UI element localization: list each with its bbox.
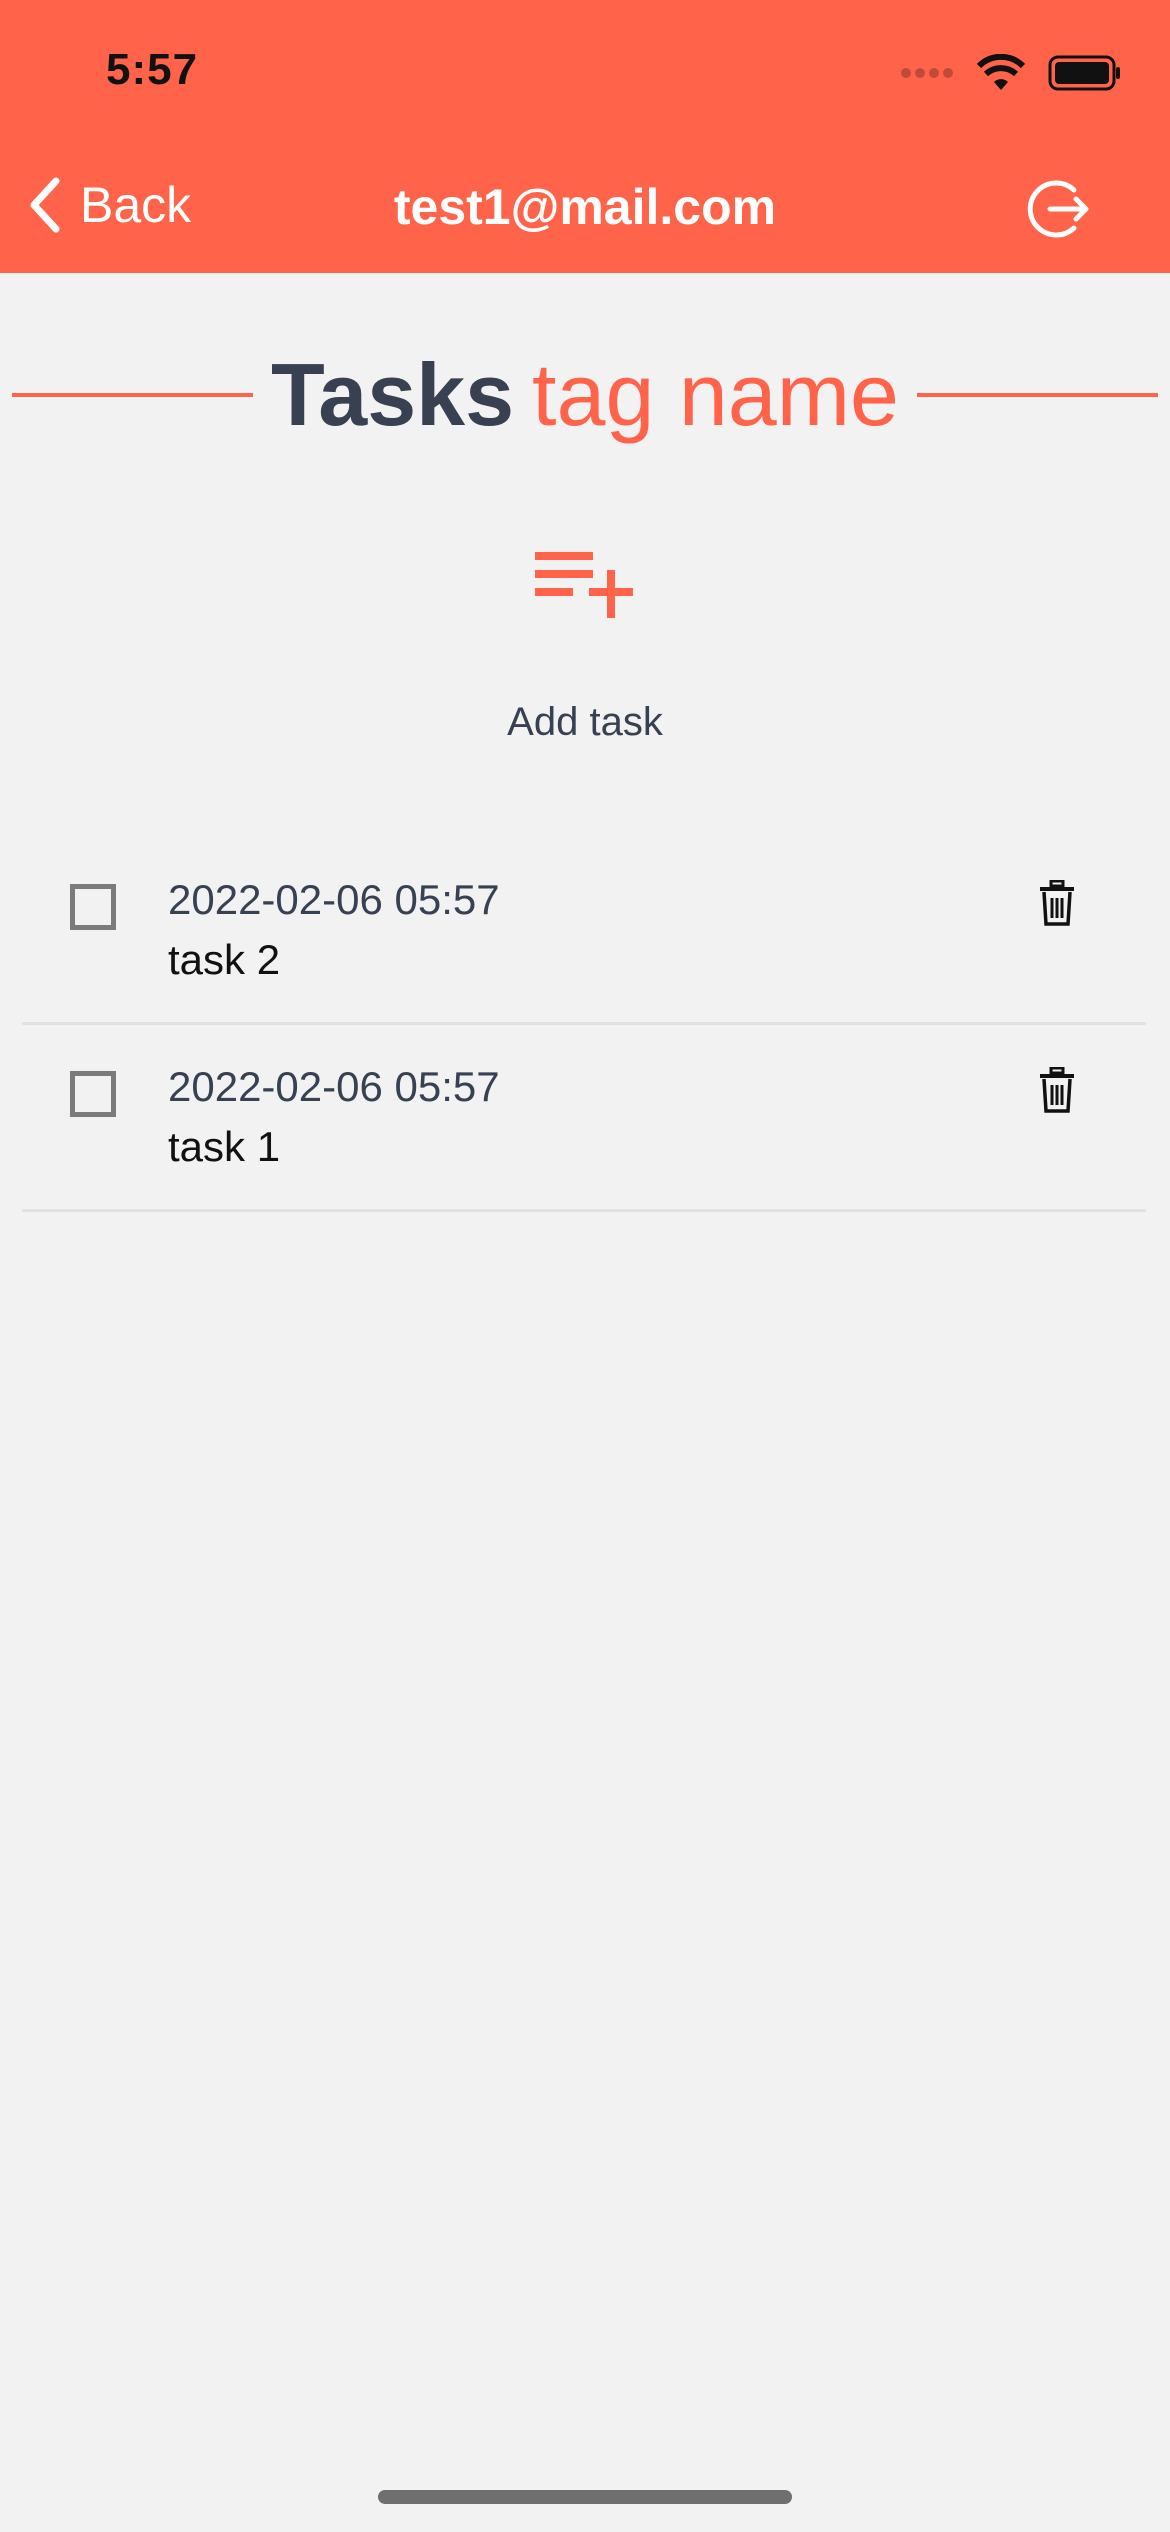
nav-title: test1@mail.com: [393, 179, 777, 235]
home-indicator: [378, 2490, 792, 2504]
wifi-icon: [976, 54, 1026, 90]
section-title-text: Tasks tag name: [253, 344, 917, 446]
task-checkbox[interactable]: [70, 1071, 116, 1117]
app-header: 5:57 Back test1@mail.com: [0, 0, 1170, 273]
section-title-bold: Tasks: [271, 345, 515, 444]
task-name: task 1: [168, 1123, 281, 1170]
status-time: 5:57: [106, 45, 199, 94]
trash-icon[interactable]: [1038, 1067, 1076, 1113]
playlist-add-icon[interactable]: [533, 548, 637, 624]
status-icons: [900, 48, 1122, 98]
task-row: 2022-02-06 05:57 task 1: [22, 1025, 1146, 1212]
task-name: task 2: [168, 936, 281, 983]
title-divider-right: [916, 393, 1159, 397]
signal-icon: [901, 68, 953, 78]
trash-icon[interactable]: [1038, 880, 1076, 926]
task-row: 2022-02-06 05:57 task 2: [22, 838, 1146, 1025]
logout-icon[interactable]: [1026, 176, 1092, 242]
task-checkbox[interactable]: [70, 884, 116, 930]
section-title: Tasks tag name: [12, 344, 1159, 446]
add-task-label[interactable]: Add task: [0, 700, 1170, 745]
battery-icon: [1048, 55, 1120, 91]
title-divider-left: [12, 393, 254, 397]
section-title-tag: tag name: [532, 345, 899, 444]
task-date: 2022-02-06 05:57: [168, 876, 500, 923]
task-list: 2022-02-06 05:57 task 2 2022-02-06 05:57…: [22, 838, 1146, 1212]
task-date: 2022-02-06 05:57: [168, 1063, 500, 1110]
